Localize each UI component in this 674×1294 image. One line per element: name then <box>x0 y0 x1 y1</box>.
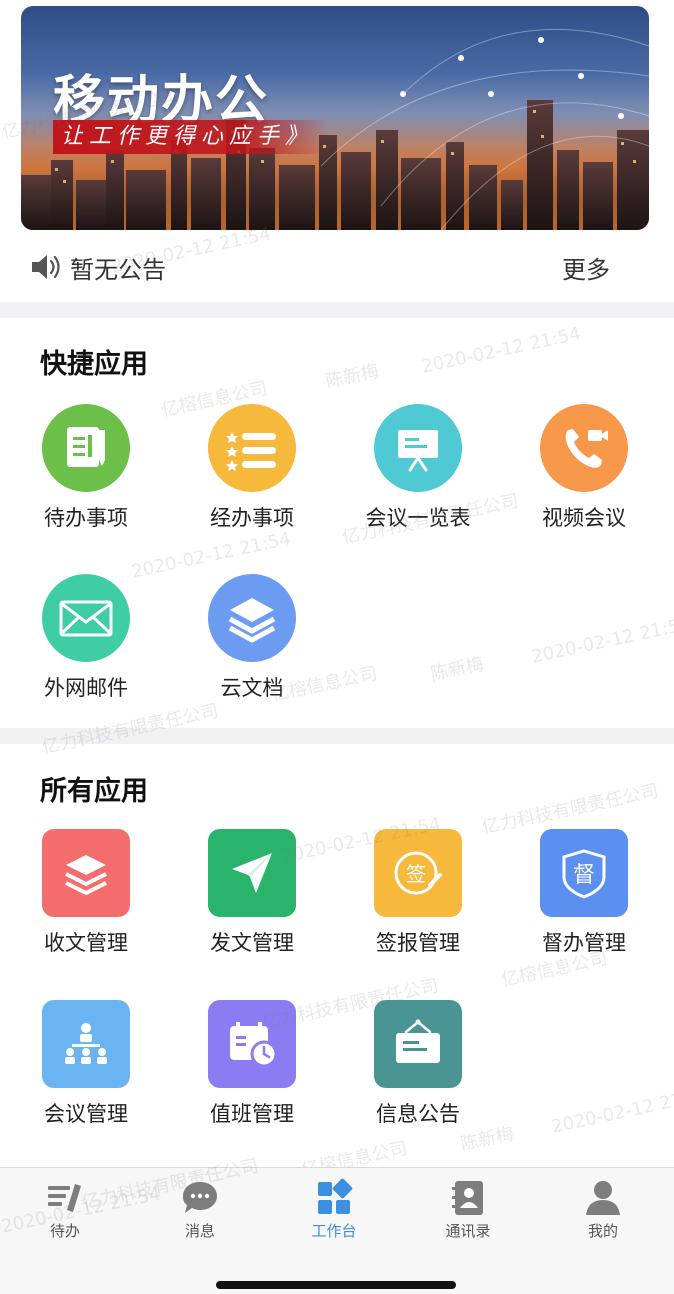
meeting-people-icon <box>65 1023 107 1064</box>
speaker-icon <box>32 255 60 279</box>
supervise-badge-icon: 督 <box>562 849 606 899</box>
app-label: 云文档 <box>220 676 284 700</box>
tab-contacts[interactable]: 通讯录 <box>413 1178 523 1241</box>
svg-text:督: 督 <box>573 863 595 888</box>
app-label: 发文管理 <box>210 931 294 955</box>
all-apps-title: 所有应用 <box>40 776 148 807</box>
duty-calendar-icon <box>230 1022 278 1068</box>
bottom-tab-bar: 待办 消息 工作台 通讯录 我的 <box>0 1167 674 1294</box>
tab-me[interactable]: 我的 <box>548 1178 658 1241</box>
app-label: 信息公告 <box>376 1102 460 1126</box>
app-label: 经办事项 <box>210 506 294 530</box>
section-divider <box>0 302 674 318</box>
watermark-text: 陈新梅 <box>323 360 381 393</box>
tab-messages[interactable]: 消息 <box>145 1178 255 1241</box>
tab-label: 待办 <box>49 1222 80 1240</box>
cloud-docs-stack-icon <box>228 598 276 643</box>
more-link[interactable]: 更多 <box>562 250 610 285</box>
app-label: 待办事项 <box>44 506 128 530</box>
app-duty-manage[interactable]: 值班管理 <box>177 1000 327 1128</box>
todo-list-icon <box>48 1184 81 1212</box>
sign-stamp-icon: 签 <box>394 851 442 895</box>
app-todo[interactable]: 待办事项 <box>11 404 161 532</box>
quick-apps-title: 快捷应用 <box>40 349 148 380</box>
app-label: 外网邮件 <box>44 676 128 700</box>
chat-bubble-icon <box>183 1182 217 1213</box>
notice-board-icon <box>396 1019 440 1063</box>
tab-label: 工作台 <box>311 1222 357 1240</box>
banner-subtitle: 让工作更得心应手》 <box>53 120 328 154</box>
tab-label: 通讯录 <box>445 1222 491 1240</box>
app-sign-report[interactable]: 签 签报管理 <box>343 829 493 957</box>
app-label: 会议管理 <box>44 1102 128 1126</box>
checklist-icon <box>226 432 276 471</box>
paper-plane-icon <box>232 853 272 893</box>
app-label: 值班管理 <box>210 1102 294 1126</box>
section-divider <box>0 728 674 744</box>
watermark-text: 陈新梅 <box>428 653 486 686</box>
app-label: 视频会议 <box>542 506 626 530</box>
watermark-text: 2020-02-12 21:54 <box>529 613 674 668</box>
layers-icon <box>65 855 107 895</box>
todo-icon <box>67 427 105 467</box>
notice-bar: 暂无公告 更多 <box>0 236 674 298</box>
banner[interactable]: 移动办公 让工作更得心应手》 <box>21 6 649 230</box>
tab-workbench[interactable]: 工作台 <box>279 1178 389 1241</box>
video-call-icon <box>565 429 608 468</box>
tab-todo[interactable]: 待办 <box>10 1178 120 1241</box>
app-label: 收文管理 <box>44 931 128 955</box>
app-cloud-docs[interactable]: 云文档 <box>177 574 327 702</box>
tab-label: 消息 <box>184 1222 215 1240</box>
app-meeting-manage[interactable]: 会议管理 <box>11 1000 161 1128</box>
home-indicator <box>216 1281 456 1289</box>
notice-text: 暂无公告 <box>70 256 166 284</box>
watermark-text: 2020-02-12 21:54 <box>419 323 583 378</box>
app-label: 会议一览表 <box>365 506 471 530</box>
presentation-board-icon <box>398 430 438 472</box>
app-outgoing-docs[interactable]: 发文管理 <box>177 829 327 957</box>
watermark-text: 2020-02-12 21:54 <box>549 1083 674 1138</box>
app-label: 签报管理 <box>376 931 460 955</box>
tab-label: 我的 <box>587 1222 618 1240</box>
svg-text:签: 签 <box>406 862 426 886</box>
mail-icon <box>59 600 113 637</box>
app-incoming-docs[interactable]: 收文管理 <box>11 829 161 957</box>
app-info-notice[interactable]: 信息公告 <box>343 1000 493 1128</box>
app-meeting-list[interactable]: 会议一览表 <box>343 404 493 532</box>
workbench-grid-icon <box>318 1178 353 1214</box>
app-video-meeting[interactable]: 视频会议 <box>509 404 659 532</box>
person-icon <box>586 1181 620 1215</box>
app-label: 督办管理 <box>542 931 626 955</box>
app-external-mail[interactable]: 外网邮件 <box>11 574 161 702</box>
app-supervise[interactable]: 督 督办管理 <box>509 829 659 957</box>
app-handled[interactable]: 经办事项 <box>177 404 327 532</box>
contacts-book-icon <box>452 1181 483 1215</box>
